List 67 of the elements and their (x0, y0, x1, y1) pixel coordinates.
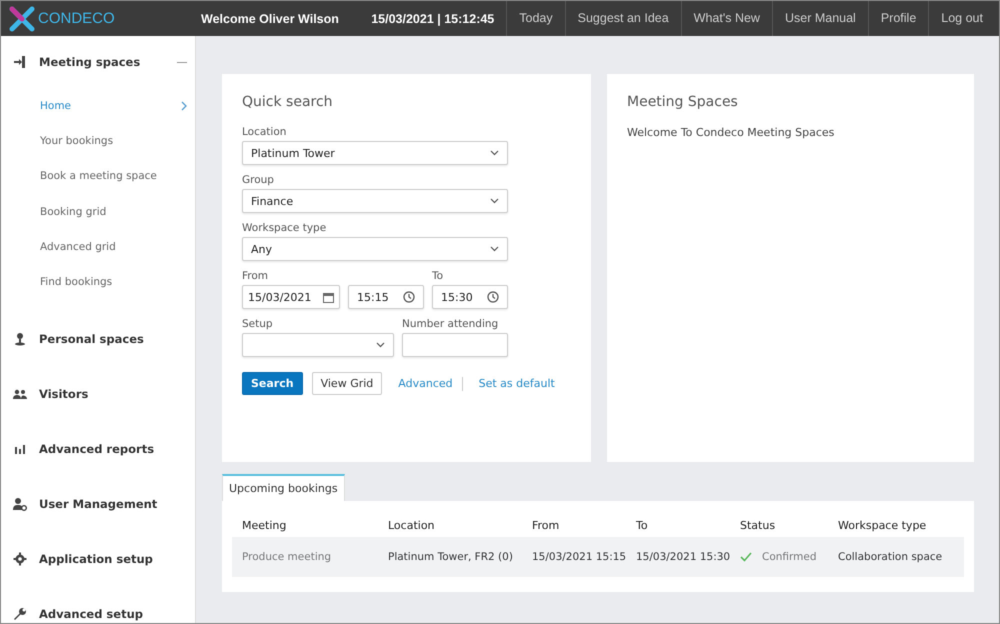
date-field[interactable]: 15/03/2021 (242, 285, 340, 309)
search-button[interactable]: Search (242, 372, 303, 395)
time-field[interactable]: 15:15 (348, 285, 424, 309)
sidebar-group[interactable]: Meeting spaces (1, 36, 195, 88)
table-cell-text: Produce meeting (242, 551, 332, 563)
field-label: Workspace type (242, 222, 328, 234)
chevron-right-icon (181, 100, 187, 111)
table-row[interactable]: Produce meeting Platinum Tower, FR2 (0) 15/03/2021 15:15 15/03/2021 15:30 Confirmed Collaboration space (232, 537, 964, 577)
link[interactable]: Set as default (478, 377, 555, 390)
table-cell-text: Collaboration space (838, 551, 944, 563)
card-title: Meeting Spaces (627, 94, 739, 110)
sidebar-group[interactable]: Advanced reports (1, 422, 195, 477)
sidebar-group[interactable]: Personal spaces (1, 312, 195, 367)
table-cell-text: Platinum Tower, FR2 (0) (388, 551, 514, 563)
link[interactable]: Advanced (398, 377, 453, 390)
chevron-down-icon (490, 198, 499, 204)
card-title: Quick search (242, 94, 334, 110)
location-pin-icon (13, 332, 27, 346)
sidebar-item[interactable]: Booking grid (1, 194, 195, 230)
chevron-down-icon (376, 342, 385, 348)
field-label: Number attending (402, 318, 500, 330)
logo-text: CONDECO (38, 10, 115, 27)
dropdown-field[interactable]: Any (242, 237, 508, 261)
sidebar-item[interactable]: Home (1, 88, 195, 124)
people-icon (13, 387, 27, 402)
chevron-down-icon (490, 246, 499, 252)
dropdown-field[interactable]: Finance (242, 189, 508, 213)
sidebar-group[interactable]: Application setup (1, 532, 195, 587)
sidebar-group[interactable]: User Management (1, 476, 195, 532)
date-time: 15/03/2021 | 15:12:45 (371, 12, 496, 26)
column-header: Status (740, 518, 776, 532)
clock-icon (403, 291, 415, 303)
sidebar-item[interactable]: Find bookings (1, 264, 195, 300)
settings-icon (13, 552, 27, 566)
bar-chart-icon (13, 442, 27, 456)
user-gear-icon (13, 497, 27, 512)
welcome-text: Welcome Oliver Wilson (201, 12, 340, 26)
field-label: Setup (242, 318, 274, 330)
dropdown-field[interactable]: Platinum Tower (242, 141, 508, 165)
welcome-message: Welcome To Condeco Meeting Spaces (627, 126, 836, 139)
field-label: Location (242, 126, 288, 138)
field-label: Group (242, 174, 275, 186)
status-text: Confirmed (762, 551, 817, 563)
dropdown-field[interactable] (242, 333, 394, 357)
column-header: Meeting (242, 518, 288, 532)
sidebar-group[interactable]: Advanced setup (1, 586, 195, 623)
view-grid-button[interactable]: View Grid (312, 372, 382, 395)
input-field[interactable] (402, 333, 508, 357)
door-icon (13, 55, 27, 69)
column-header: Location (388, 518, 436, 532)
calendar-icon (323, 292, 334, 302)
sidebar-item[interactable]: Book a meeting space (1, 158, 195, 194)
sidebar-group[interactable]: Visitors (1, 366, 195, 422)
time-field[interactable]: 15:30 (432, 285, 508, 309)
logo-icon (9, 6, 35, 32)
field-label: To (432, 270, 444, 282)
column-header: To (636, 518, 649, 532)
column-header: Workspace type (838, 518, 928, 532)
sidebar-item[interactable]: Your bookings (1, 123, 195, 159)
table-cell-text: 15/03/2021 15:15 (532, 551, 628, 563)
clock-icon (487, 291, 499, 303)
tab[interactable]: Upcoming bookings (222, 474, 345, 501)
sidebar-item[interactable]: Advanced grid (1, 229, 195, 264)
column-header: From (532, 518, 560, 532)
field-label: From (242, 270, 270, 282)
chevron-down-icon (490, 150, 499, 156)
table-cell-text: 15/03/2021 15:30 (636, 551, 732, 563)
